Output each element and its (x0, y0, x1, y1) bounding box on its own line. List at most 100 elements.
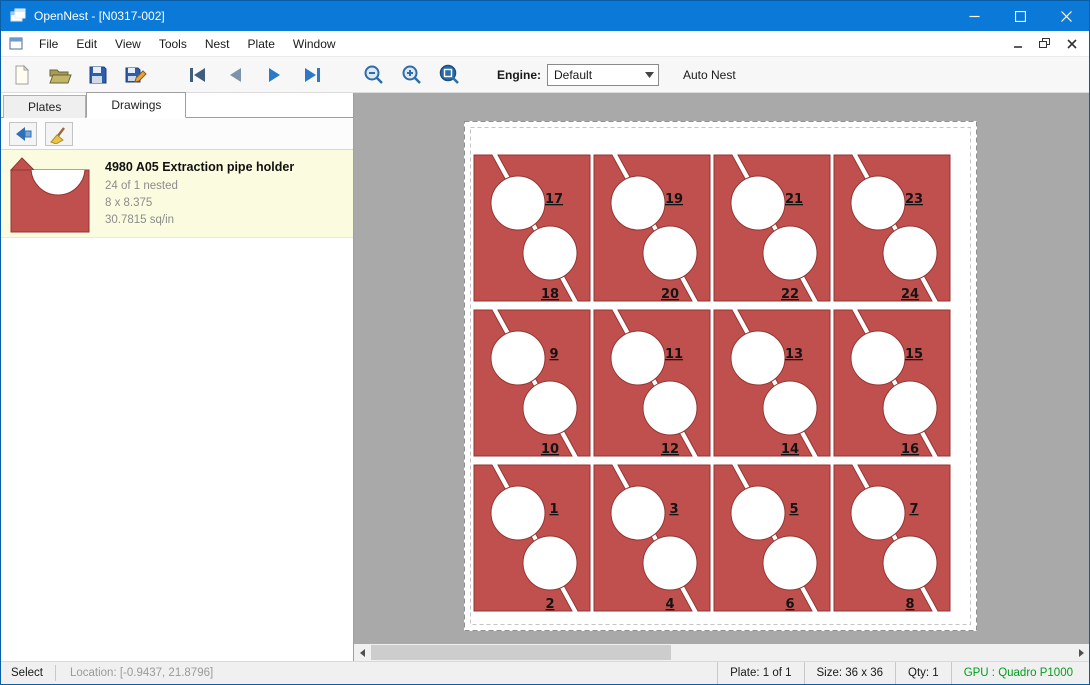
plate[interactable]: 171819202122232491011121314151612345678 (464, 121, 977, 631)
part-number: 2 (545, 597, 554, 612)
part-notch-hole (763, 381, 817, 435)
part-number: 12 (661, 442, 679, 457)
save-edit-button[interactable] (119, 60, 153, 90)
status-gpu: GPU : Quadro P1000 (951, 662, 1089, 684)
mdi-close-button[interactable] (1058, 34, 1085, 54)
menu-tools[interactable]: Tools (150, 33, 196, 55)
last-plate-button[interactable] (295, 60, 329, 90)
zoom-out-icon (363, 64, 385, 86)
part-number: 11 (665, 347, 683, 362)
engine-select[interactable]: Default (547, 64, 659, 86)
part-notch-hole (731, 331, 785, 385)
part-notch-hole (523, 381, 577, 435)
nest-drawing[interactable]: 171819202122232491011121314151612345678 (464, 121, 977, 631)
mdi-minimize-icon (1013, 39, 1023, 49)
part-notch-hole (491, 486, 545, 540)
minimize-button[interactable] (951, 1, 997, 31)
nest-pair-11-12[interactable]: 11 12 (594, 310, 710, 457)
status-plate-size: Size: 36 x 36 (804, 662, 895, 684)
sidebar: Plates Drawings (1, 93, 354, 661)
chevron-down-icon[interactable] (641, 65, 658, 85)
part-number: 24 (901, 287, 919, 302)
part-number: 3 (669, 502, 678, 517)
new-button[interactable] (5, 60, 39, 90)
save-button[interactable] (81, 60, 115, 90)
scroll-right-icon[interactable] (1072, 644, 1089, 661)
nest-canvas[interactable]: 171819202122232491011121314151612345678 (354, 93, 1089, 661)
nest-pair-9-10[interactable]: 9 10 (474, 310, 590, 457)
zoom-fit-button[interactable] (433, 60, 467, 90)
engine-selected-value: Default (548, 68, 641, 82)
drawing-nested-count: 24 of 1 nested (105, 178, 294, 195)
nest-pair-19-20[interactable]: 1920 (594, 155, 710, 302)
scrollbar-thumb[interactable] (371, 645, 671, 660)
mdi-close-icon (1067, 39, 1077, 49)
blue-back-arrow-icon (12, 124, 34, 144)
close-button[interactable] (1043, 1, 1089, 31)
previous-plate-button[interactable] (219, 60, 253, 90)
part-notch-hole (643, 381, 697, 435)
menu-edit[interactable]: Edit (67, 33, 106, 55)
drawing-list-item[interactable]: 4980 A05 Extraction pipe holder 24 of 1 … (1, 150, 353, 238)
status-qty: Qty: 1 (895, 662, 951, 684)
part-number: 17 (545, 192, 563, 207)
mdi-minimize-button[interactable] (1004, 34, 1031, 54)
part-number: 19 (665, 192, 683, 207)
nest-pair-7-8[interactable]: 78 (834, 465, 950, 612)
content-area: Plates Drawings (1, 93, 1089, 661)
menu-nest[interactable]: Nest (196, 33, 239, 55)
mdi-child-icon (9, 36, 24, 51)
horizontal-scrollbar[interactable] (354, 644, 1089, 661)
part-number: 15 (905, 347, 923, 362)
nest-pair-23-24[interactable]: 23 24 (834, 155, 950, 302)
tab-drawings[interactable]: Drawings (86, 92, 186, 118)
zoom-out-button[interactable] (357, 60, 391, 90)
menu-file[interactable]: File (30, 33, 67, 55)
part-number: 9 (549, 347, 558, 362)
part-notch-hole (763, 536, 817, 590)
scroll-left-icon[interactable] (354, 644, 371, 661)
nest-pair-13-14[interactable]: 1314 (714, 310, 830, 457)
part-notch-hole (851, 486, 905, 540)
nest-pair-3-4[interactable]: 34 (594, 465, 710, 612)
previous-arrow-icon (225, 65, 247, 85)
status-mode: Select (1, 667, 55, 679)
broom-icon (48, 124, 70, 144)
nest-pair-1-2[interactable]: 12 (474, 465, 590, 612)
minimize-icon (969, 11, 980, 22)
part-number: 14 (781, 442, 799, 457)
maximize-icon (1015, 11, 1026, 22)
window-controls (951, 1, 1089, 31)
tab-plates[interactable]: Plates (3, 95, 86, 118)
part-number: 4 (665, 597, 674, 612)
part-notch-hole (643, 226, 697, 280)
clear-nest-button[interactable] (45, 122, 73, 146)
menu-view[interactable]: View (106, 33, 150, 55)
part-notch-hole (611, 176, 665, 230)
nest-pair-15-16[interactable]: 1516 (834, 310, 950, 457)
first-plate-button[interactable] (181, 60, 215, 90)
open-button[interactable] (43, 60, 77, 90)
mdi-restore-button[interactable] (1031, 34, 1058, 54)
next-plate-button[interactable] (257, 60, 291, 90)
close-icon (1061, 11, 1072, 22)
drawing-area: 30.7815 sq/in (105, 212, 294, 229)
auto-nest-button[interactable]: Auto Nest (677, 64, 742, 86)
last-arrow-icon (301, 65, 323, 85)
menu-window[interactable]: Window (284, 33, 345, 55)
part-notch-hole (731, 486, 785, 540)
drawing-meta: 4980 A05 Extraction pipe holder 24 of 1 … (95, 155, 294, 232)
zoom-in-button[interactable] (395, 60, 429, 90)
return-part-button[interactable] (9, 122, 37, 146)
part-notch-hole (883, 381, 937, 435)
part-number: 10 (541, 442, 559, 457)
nest-pair-5-6[interactable]: 56 (714, 465, 830, 612)
maximize-button[interactable] (997, 1, 1043, 31)
menu-plate[interactable]: Plate (239, 33, 284, 55)
nest-pair-17-18[interactable]: 1718 (474, 155, 590, 302)
engine-label: Engine: (497, 68, 541, 82)
zoom-fit-icon (439, 64, 461, 86)
part-number: 23 (905, 192, 923, 207)
part-notch-hole (731, 176, 785, 230)
nest-pair-21-22[interactable]: 2122 (714, 155, 830, 302)
